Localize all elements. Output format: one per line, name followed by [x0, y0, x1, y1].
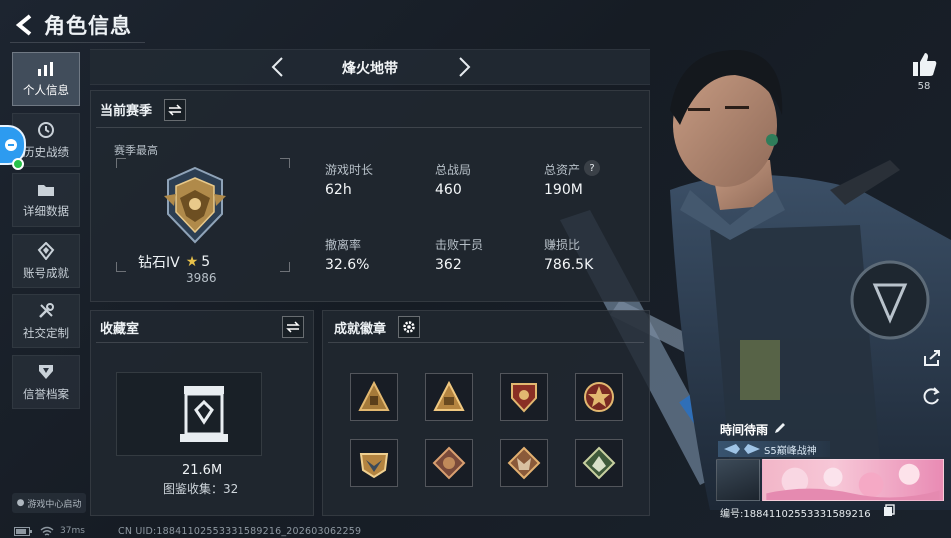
header-divider: [10, 42, 145, 43]
sidebar-item-personal-info[interactable]: 个人信息: [12, 52, 80, 106]
achievement-badge[interactable]: [350, 373, 398, 421]
person-icon: ●: [16, 498, 25, 508]
star-badge-icon: [584, 382, 614, 412]
chevron-left-icon[interactable]: [266, 55, 290, 79]
star-icon: ★: [185, 254, 199, 270]
rank-display: 钻石IV ★ 5: [138, 252, 210, 272]
online-indicator: [12, 158, 24, 170]
copy-icon[interactable]: [883, 504, 895, 517]
sidebar-item-social-custom[interactable]: 社交定制: [12, 294, 80, 348]
wings-icon: [724, 444, 760, 454]
sidebar-item-label: 详细数据: [23, 203, 69, 218]
achievement-badge[interactable]: [500, 373, 548, 421]
stat-value: 362: [435, 257, 462, 273]
sidebar-item-label: 账号成就: [23, 265, 69, 280]
panel-divider: [96, 342, 308, 343]
back-button[interactable]: [10, 10, 40, 40]
frame-corner: [280, 262, 290, 272]
medal-icon: [37, 241, 55, 260]
rank-stars: 5: [201, 254, 211, 270]
season-switch-button[interactable]: [164, 99, 186, 121]
eagle-badge-icon: [359, 453, 389, 479]
achievement-badge[interactable]: [575, 439, 623, 487]
game-center-launch-button[interactable]: ● 游戏中心启动: [12, 493, 86, 513]
panel-divider: [96, 127, 642, 128]
wolf-badge-icon: [507, 446, 541, 480]
stat-value: 32.6%: [325, 257, 370, 273]
player-name: 時间待雨: [720, 423, 769, 437]
achievement-panel-title: 成就徽章: [334, 322, 387, 337]
achievement-badge[interactable]: [575, 373, 623, 421]
collection-switch-button[interactable]: [282, 316, 304, 338]
share-icon[interactable]: [922, 348, 942, 368]
stat-value: 190M: [544, 182, 583, 198]
achievement-badge[interactable]: [500, 439, 548, 487]
sidebar-item-label: 历史战绩: [23, 144, 69, 159]
ping-readout: 37ms: [60, 526, 85, 536]
bar-chart-icon: [38, 61, 53, 76]
rotate-icon[interactable]: [922, 386, 942, 406]
folder-icon: [38, 184, 54, 196]
stat-label: 总战局: [435, 163, 472, 177]
swap-icon: [168, 104, 182, 116]
pencil-icon[interactable]: [773, 421, 787, 435]
stat-value: 786.5K: [544, 257, 594, 273]
uid-readout: CN UID:18841102553331589216_202603062259: [118, 526, 362, 537]
pyramid-badge-icon: [358, 380, 390, 411]
pyramid-badge-icon: [433, 380, 465, 411]
beast-badge-icon: [432, 446, 466, 480]
namecard-banner[interactable]: [762, 459, 944, 501]
sidebar-item-label: 个人信息: [23, 82, 69, 97]
player-id: 编号:18841102553331589216: [720, 509, 871, 520]
collection-panel-title: 收藏室: [100, 322, 140, 337]
season-panel-title: 当前赛季: [100, 104, 153, 119]
achievement-badge[interactable]: [425, 439, 473, 487]
sidebar-item-achievements[interactable]: 账号成就: [12, 234, 80, 288]
page-title: 角色信息: [44, 14, 132, 38]
mode-name: 烽火地带: [342, 61, 398, 77]
battery-icon: [14, 527, 32, 536]
swap-icon: [286, 321, 300, 333]
stat-label: 撤离率: [325, 238, 362, 252]
achievement-badge[interactable]: [425, 373, 473, 421]
frame-corner: [280, 158, 290, 168]
shield-badge-icon: [511, 383, 537, 413]
display-case-icon: [180, 386, 228, 442]
thumbs-up-icon[interactable]: [910, 50, 938, 78]
panel-divider: [328, 342, 644, 343]
clock-icon: [38, 121, 54, 138]
stat-value: 460: [435, 182, 462, 198]
collection-value: 21.6M: [182, 463, 223, 478]
gear-icon: [403, 321, 415, 333]
chevron-right-icon[interactable]: [452, 55, 476, 79]
sidebar-item-credit-file[interactable]: 信誉档案: [12, 355, 80, 409]
stat-label: 总资产: [544, 163, 581, 177]
achievement-settings-button[interactable]: [398, 316, 420, 338]
dragon-badge-icon: [582, 446, 616, 480]
rank-points: 3986: [186, 271, 217, 285]
like-count: 58: [917, 81, 931, 92]
shield-icon: [39, 364, 53, 379]
sidebar-item-label: 信誉档案: [23, 386, 69, 401]
stat-label: 击败干员: [435, 238, 484, 252]
sidebar-item-detailed-data[interactable]: 详细数据: [12, 173, 80, 227]
sidebar-item-label: 社交定制: [23, 325, 69, 340]
frame-corner: [116, 262, 126, 272]
rank-name: 钻石IV: [138, 255, 180, 271]
stat-label: 游戏时长: [325, 163, 374, 177]
game-center-label: 游戏中心启动: [27, 499, 82, 510]
achievement-badge[interactable]: [350, 439, 398, 487]
tools-icon: [39, 302, 54, 318]
stat-value: 62h: [325, 182, 352, 198]
stat-label: 赚损比: [544, 238, 581, 252]
frame-corner: [116, 158, 126, 168]
wifi-icon: [40, 526, 54, 536]
season-best-label: 赛季最高: [114, 144, 158, 157]
help-icon[interactable]: ?: [584, 160, 600, 176]
avatar[interactable]: [716, 459, 760, 501]
rank-emblem-icon: [164, 166, 226, 244]
chat-bubble-icon: [5, 139, 17, 151]
chevron-left-icon: [15, 14, 32, 36]
collection-count: 图鉴收集：32: [163, 482, 239, 496]
